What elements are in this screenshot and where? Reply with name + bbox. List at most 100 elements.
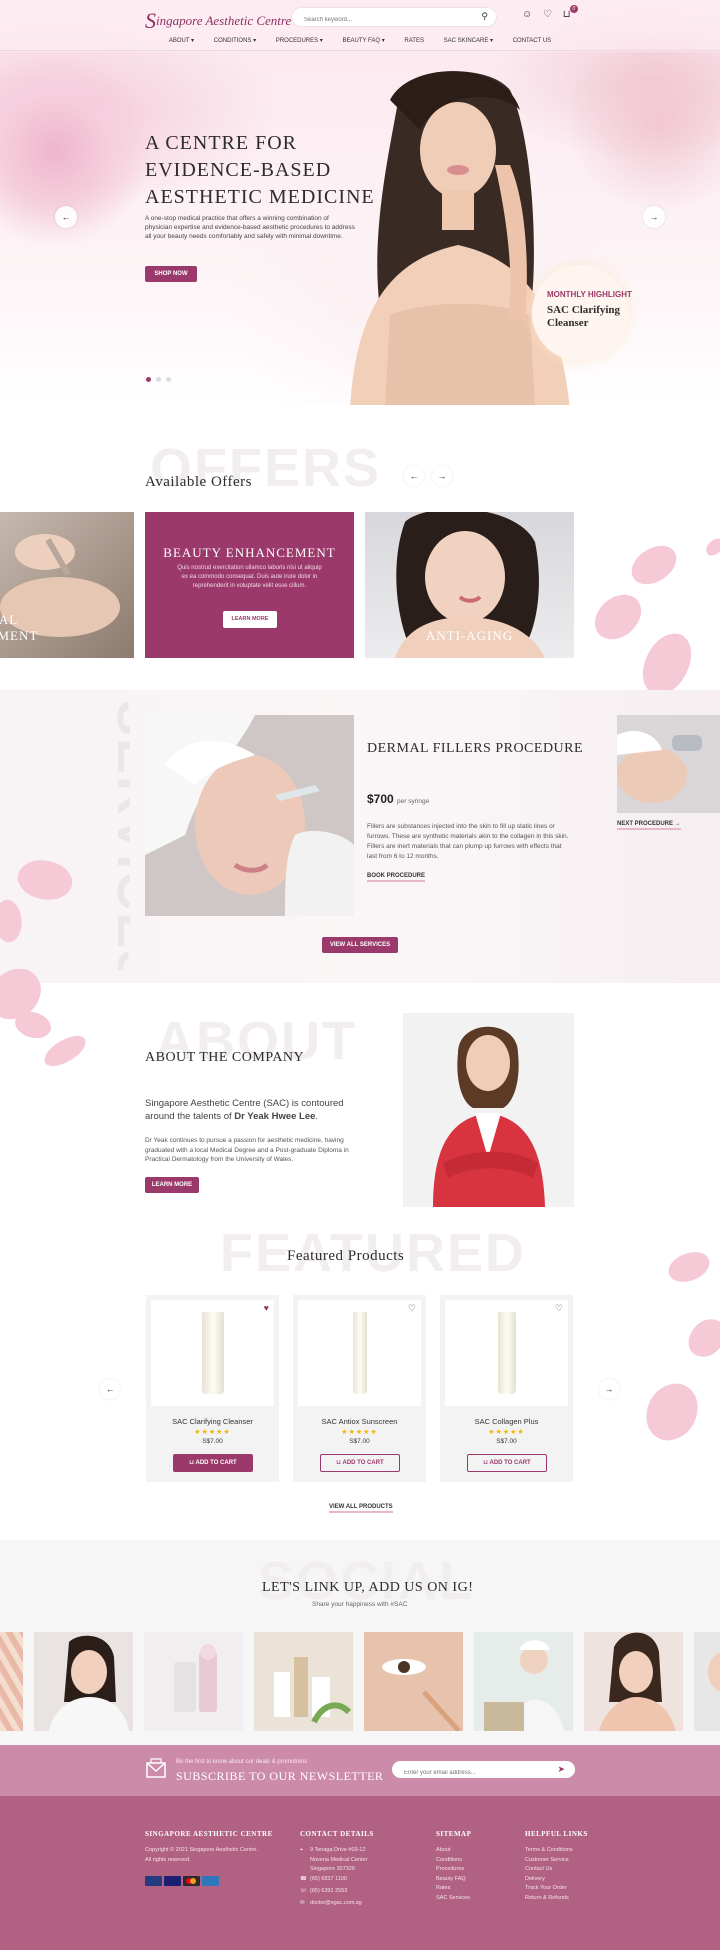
add-to-cart-button[interactable]: ⊔ Add to Cart: [173, 1454, 253, 1472]
footer-col-title: Sitemap: [436, 1830, 472, 1838]
footer-link[interactable]: Delivery: [525, 1875, 573, 1885]
footer-link[interactable]: SAC Services: [436, 1894, 470, 1904]
next-procedure-link[interactable]: Next Procedure →: [617, 821, 681, 830]
product-card[interactable]: ♡ SAC Collagen Plus ★★★★★ S$7.00 ⊔ Add t…: [440, 1295, 573, 1482]
search-icon[interactable]: ⚲: [481, 11, 488, 22]
petal-decoration: [684, 1313, 720, 1363]
products-next-arrow[interactable]: →: [599, 1379, 619, 1399]
wishlist-heart-icon[interactable]: ♥: [264, 1303, 269, 1313]
nav-item-sac-skincare[interactable]: SAC Skincare ▾: [444, 37, 493, 44]
service-title: Dermal Fillers Procedure: [367, 741, 584, 756]
view-all-services-button[interactable]: View All Services: [322, 937, 398, 953]
book-procedure-link[interactable]: Book Procedure: [367, 873, 426, 882]
product-name: SAC Clarifying Cleanser: [172, 1417, 253, 1426]
footer-link[interactable]: About: [436, 1846, 470, 1856]
model-image: [708, 1652, 720, 1692]
tube-image: [352, 1312, 367, 1394]
slide-dot[interactable]: [166, 377, 171, 382]
next-service-image[interactable]: [617, 715, 720, 813]
hero-prev-arrow[interactable]: ←: [55, 206, 77, 228]
footer-link[interactable]: Beauty FAQ: [436, 1875, 470, 1885]
instagram-post[interactable]: [694, 1632, 720, 1731]
hero-slide-dots: [146, 369, 176, 387]
hero-next-arrow[interactable]: →: [643, 206, 665, 228]
services-watermark: SERVICES: [106, 700, 130, 970]
slide-dot[interactable]: [156, 377, 161, 382]
sitemap-list: About Conditions Procedures Beauty FAQ R…: [436, 1846, 470, 1903]
instagram-post[interactable]: [0, 1632, 23, 1731]
footer-link[interactable]: Rates: [436, 1884, 470, 1894]
wishlist-heart-icon[interactable]: ♡: [543, 9, 552, 20]
offers-prev-arrow[interactable]: ←: [404, 466, 424, 486]
social-subtitle: Share your happiness with #SAC: [312, 1601, 408, 1608]
about-learn-more-button[interactable]: Learn More: [145, 1177, 199, 1193]
product-price: S$7.00: [349, 1438, 370, 1445]
product-card[interactable]: ♡ SAC Antiox Sunscreen ★★★★★ S$7.00 ⊔ Ad…: [293, 1295, 426, 1482]
nav-item-contact-us[interactable]: Contact Us: [513, 38, 551, 44]
nav-item-rates[interactable]: Rates: [404, 38, 424, 44]
instagram-post[interactable]: [254, 1632, 353, 1731]
instagram-post[interactable]: [584, 1632, 683, 1731]
nav-item-about[interactable]: About ▾: [169, 37, 194, 44]
product-image: [151, 1300, 274, 1406]
footer-link[interactable]: Procedures: [436, 1865, 470, 1875]
nav-item-procedures[interactable]: Procedures ▾: [276, 37, 323, 44]
eye-closeup-image: [382, 1659, 461, 1731]
search-bar: ⚲: [292, 8, 496, 29]
newsletter-email-input[interactable]: [392, 1764, 542, 1782]
footer-link[interactable]: Customer Service: [525, 1856, 573, 1866]
petal-decoration: [643, 1381, 701, 1443]
instagram-post[interactable]: [34, 1632, 133, 1731]
footer-link[interactable]: Contact Us: [525, 1865, 573, 1875]
main-nav: About ▾ Conditions ▾ Procedures ▾ Beauty…: [0, 37, 720, 44]
paypal-icon: [145, 1876, 162, 1886]
wishlist-heart-icon[interactable]: ♡: [408, 1303, 416, 1314]
learn-more-button[interactable]: Learn More: [223, 611, 277, 628]
add-to-cart-button[interactable]: ⊔ Add to Cart: [320, 1454, 400, 1472]
product-name: SAC Collagen Plus: [474, 1417, 539, 1426]
footer-link[interactable]: Return & Refunds: [525, 1894, 573, 1904]
offer-card-medical-treatment[interactable]: Medical Treatment: [0, 512, 134, 658]
fax-text: (65) 6391 2553: [310, 1888, 348, 1894]
shop-now-button[interactable]: Shop Now: [145, 266, 197, 282]
footer-link[interactable]: Track Your Order: [525, 1884, 573, 1894]
product-name: SAC Antiox Sunscreen: [321, 1417, 398, 1426]
offers-next-arrow[interactable]: →: [432, 466, 452, 486]
send-icon[interactable]: ➤: [557, 1764, 565, 1775]
footer-link[interactable]: Conditions: [436, 1856, 470, 1866]
email-link[interactable]: doctor@sgac.com.sg: [310, 1899, 362, 1909]
instagram-post[interactable]: [474, 1632, 573, 1731]
offer-card-anti-aging[interactable]: Anti-Aging: [365, 512, 574, 658]
helpful-links-list: Terms & Conditions Customer Service Cont…: [525, 1846, 573, 1903]
newsletter-form: ➤: [392, 1761, 575, 1782]
cart-icon: ⊔: [483, 1460, 489, 1466]
products-prev-arrow[interactable]: ←: [100, 1379, 120, 1399]
add-to-cart-button[interactable]: ⊔ Add to Cart: [467, 1454, 547, 1472]
view-all-products-link[interactable]: View All Products: [329, 1504, 393, 1513]
slide-dot[interactable]: [146, 377, 151, 382]
footer-link[interactable]: Terms & Conditions: [525, 1846, 573, 1856]
about-description: Dr Yeak continues to pursue a passion fo…: [145, 1137, 349, 1163]
wishlist-heart-icon[interactable]: ♡: [555, 1303, 563, 1314]
offer-card-beauty-enhancement[interactable]: Beauty Enhancement Quis nostrud exercita…: [145, 512, 354, 658]
filler-treatment-image: [145, 715, 354, 916]
cart-icon[interactable]: ⊔ 0: [563, 5, 578, 20]
newsletter-title: Subscribe to our newsletter: [176, 1769, 384, 1783]
nav-item-conditions[interactable]: Conditions ▾: [214, 37, 256, 44]
product-rating: ★★★★★: [488, 1429, 525, 1436]
social-title: Let's link up, add us on IG!: [262, 1580, 474, 1595]
bottle-image: [497, 1312, 516, 1394]
svg-text:SERVICES: SERVICES: [106, 700, 130, 970]
nav-item-beauty-faq[interactable]: Beauty FAQ ▾: [342, 37, 384, 44]
petal-decoration: [39, 1031, 91, 1071]
serum-bottles-image: [174, 1644, 217, 1712]
product-card[interactable]: ♥ SAC Clarifying Cleanser ★★★★★ S$7.00 ⊔…: [146, 1295, 279, 1482]
footer-col-title: Helpful Links: [525, 1830, 588, 1838]
logo[interactable]: Singapore Aesthetic Centre: [145, 8, 291, 34]
phone-text[interactable]: (65) 6837 1100: [310, 1875, 347, 1885]
about-lead: Singapore Aesthetic Centre (SAC) is cont…: [145, 1098, 344, 1122]
instagram-post[interactable]: [364, 1632, 463, 1731]
search-input[interactable]: [292, 11, 462, 29]
instagram-post[interactable]: [144, 1632, 243, 1731]
user-icon[interactable]: ☺: [522, 9, 532, 20]
